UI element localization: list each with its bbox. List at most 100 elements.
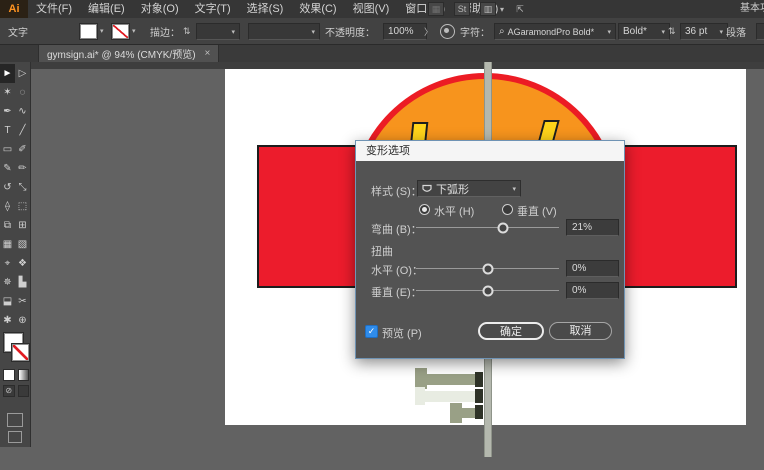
workspace-switcher-icon[interactable]: ▥ xyxy=(480,2,496,16)
cancel-button[interactable]: 取消 xyxy=(549,322,612,340)
circle-icon xyxy=(440,24,455,39)
grid-icon[interactable]: ▦ xyxy=(428,2,444,16)
opacity-menu-chevron[interactable]: 〉 xyxy=(424,18,433,44)
font-size-stepper[interactable]: ⇅ xyxy=(668,18,678,44)
font-style-dropdown[interactable]: Bold*▾ xyxy=(618,23,670,40)
symbol-sprayer-tool[interactable]: ✵ xyxy=(0,273,15,292)
screen-mode-button[interactable] xyxy=(8,431,22,443)
horizontal-distortion-value-field[interactable]: 0% xyxy=(566,260,619,277)
menu-select[interactable]: 选择(S) xyxy=(239,0,292,18)
menu-object[interactable]: 对象(O) xyxy=(133,0,187,18)
opacity-label: 不透明度： xyxy=(325,18,375,44)
menu-edit[interactable]: 编辑(E) xyxy=(80,0,133,18)
gradient-tool[interactable]: ▧ xyxy=(15,235,30,254)
vertical-radio[interactable] xyxy=(502,204,513,215)
barbell-end[interactable] xyxy=(475,405,483,419)
bend-value-field[interactable]: 21% xyxy=(566,219,619,236)
font-family-value: AGaramondPro Bold* xyxy=(508,27,595,37)
curvature-tool[interactable]: ∿ xyxy=(15,102,30,121)
color-mode-button[interactable] xyxy=(3,369,15,381)
rotate-tool[interactable]: ↺ xyxy=(0,178,15,197)
pencil-tool[interactable]: ✎ xyxy=(0,159,15,178)
eyedropper-tool[interactable]: ⌖ xyxy=(0,254,15,273)
fill-color-swatch[interactable]: ▾ xyxy=(80,18,104,44)
barbell-end[interactable] xyxy=(475,389,483,403)
stepper-icon: ⇅ xyxy=(668,26,676,37)
chevron-down-icon[interactable]: ▾ xyxy=(500,5,504,14)
shape-builder-tool[interactable]: ⧉ xyxy=(0,216,15,235)
lasso-tool[interactable]: ◌ xyxy=(15,83,30,102)
none-mode-button[interactable]: ⊘ xyxy=(3,385,15,397)
font-family-field[interactable]: ⌕AGaramondPro Bold*▾ xyxy=(494,23,616,40)
vertical-slider-handle[interactable] xyxy=(482,285,493,296)
swap-colors-button[interactable] xyxy=(18,385,30,397)
gradient-mode-button[interactable] xyxy=(18,369,30,381)
paragraph-panel-link[interactable]: 段落 xyxy=(726,18,746,44)
stroke-width-dropdown[interactable]: ▾ xyxy=(196,23,240,40)
horizontal-distortion-slider[interactable] xyxy=(416,268,559,269)
menu-view[interactable]: 视图(V) xyxy=(345,0,398,18)
recolor-artwork-icon[interactable] xyxy=(440,18,455,44)
bend-slider-handle[interactable] xyxy=(497,222,508,233)
workspace-name[interactable]: 基本功 xyxy=(740,0,764,18)
hand-tool[interactable]: ✱ xyxy=(0,311,15,330)
blend-tool[interactable]: ❖ xyxy=(15,254,30,273)
bend-slider[interactable] xyxy=(416,227,559,228)
stroke-swatch-none[interactable] xyxy=(12,344,29,361)
barbell-cap[interactable] xyxy=(415,368,427,389)
horizontal-radio-label[interactable]: 水平 (H) xyxy=(434,203,474,219)
vertical-distortion-slider[interactable] xyxy=(416,290,559,291)
sign-pole-lower[interactable] xyxy=(484,358,492,457)
clipped-panel-icon[interactable] xyxy=(756,23,764,40)
fill-stroke-indicator xyxy=(2,333,28,363)
barbell-shaft[interactable] xyxy=(427,374,477,385)
sign-pole-upper[interactable] xyxy=(484,62,492,145)
paintbrush-tool[interactable]: ✐ xyxy=(15,140,30,159)
zoom-tool[interactable]: ⊕ xyxy=(15,311,30,330)
rectangle-tool[interactable]: ▭ xyxy=(0,140,15,159)
draw-mode-button[interactable] xyxy=(7,413,23,427)
stroke-color-swatch[interactable]: ▾ xyxy=(112,18,136,44)
preview-label[interactable]: 预览 (P) xyxy=(382,325,422,341)
menu-effect[interactable]: 效果(C) xyxy=(291,0,344,18)
scale-tool[interactable]: ⤡ xyxy=(15,178,30,197)
opacity-value[interactable]: 100% xyxy=(383,23,427,40)
horizontal-distortion-label: 水平 (O)： xyxy=(371,262,423,278)
preview-checkbox[interactable]: ✓ xyxy=(365,325,378,338)
selection-tool[interactable]: ► xyxy=(0,64,15,83)
share-icon[interactable]: ⇱ xyxy=(514,3,526,15)
width-tool[interactable]: ⟠ xyxy=(0,197,15,216)
barbell-shaft[interactable] xyxy=(424,391,477,402)
direct-selection-tool[interactable]: ▷ xyxy=(15,64,30,83)
stock-icon[interactable]: St xyxy=(454,2,470,16)
menu-type[interactable]: 文字(T) xyxy=(187,0,239,18)
free-transform-tool[interactable]: ⬚ xyxy=(15,197,30,216)
artboard-tool[interactable]: ⬓ xyxy=(0,292,15,311)
barbell-end[interactable] xyxy=(475,372,483,387)
horizontal-radio[interactable] xyxy=(419,204,430,215)
font-size-dropdown[interactable]: 36 pt▾ xyxy=(680,23,728,40)
app-logo[interactable]: Ai xyxy=(0,0,28,18)
line-segment-tool[interactable]: ╱ xyxy=(15,121,30,140)
warp-style-dropdown[interactable]: 下弧形 ▾ xyxy=(417,180,521,197)
vertical-radio-label[interactable]: 垂直 (V) xyxy=(517,203,557,219)
pen-tool[interactable]: ✒ xyxy=(0,102,15,121)
stroke-width-stepper[interactable]: ⇅ xyxy=(183,18,193,44)
document-tab[interactable]: gymsign.ai* @ 94% (CMYK/预览) × xyxy=(38,44,219,62)
context-label: 文字 xyxy=(8,18,28,44)
magic-wand-tool[interactable]: ✶ xyxy=(0,83,15,102)
slice-tool[interactable]: ✂ xyxy=(15,292,30,311)
vertical-distortion-value-field[interactable]: 0% xyxy=(566,282,619,299)
perspective-grid-tool[interactable]: ⊞ xyxy=(15,216,30,235)
type-tool[interactable]: T xyxy=(0,121,15,140)
close-icon[interactable]: × xyxy=(205,48,211,59)
brush-dropdown[interactable]: ▾ xyxy=(248,23,320,40)
dialog-title[interactable]: 变形选项 xyxy=(356,141,624,161)
menu-file[interactable]: 文件(F) xyxy=(28,0,80,18)
horizontal-slider-handle[interactable] xyxy=(482,263,493,274)
mesh-tool[interactable]: ▦ xyxy=(0,235,15,254)
character-panel-link[interactable]: 字符： xyxy=(460,18,490,44)
shaper-tool[interactable]: ✏ xyxy=(15,159,30,178)
column-graph-tool[interactable]: ▙ xyxy=(15,273,30,292)
ok-button[interactable]: 确定 xyxy=(478,322,544,340)
